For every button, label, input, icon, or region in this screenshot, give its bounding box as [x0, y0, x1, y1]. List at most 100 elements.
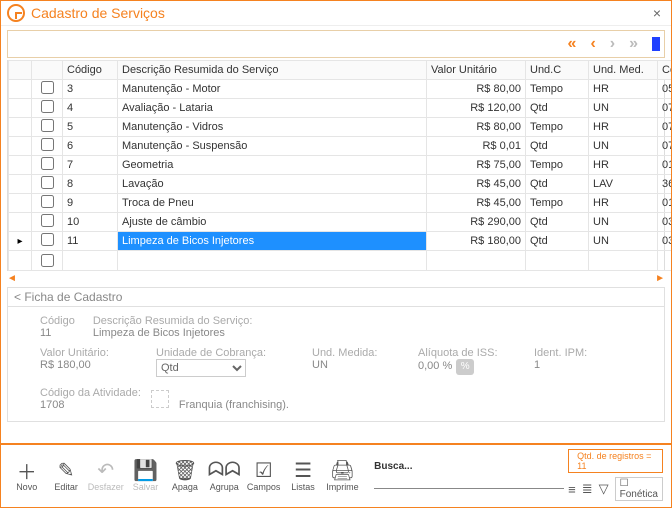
col-co[interactable]: Co	[658, 61, 672, 80]
editar-button[interactable]: ✎Editar	[48, 458, 83, 492]
cell-co[interactable]: 070	[658, 118, 672, 137]
table-row[interactable]: 9Troca de PneuR$ 45,00TempoHR010	[9, 194, 672, 213]
cell-descricao[interactable]: Manutenção - Vidros	[118, 118, 427, 137]
cell-co[interactable]: 030	[658, 213, 672, 232]
lookup-icon[interactable]	[151, 390, 169, 408]
cell-codigo[interactable]: 8	[63, 175, 118, 194]
detail-undc-select[interactable]: Qtd	[156, 359, 246, 377]
cell-descricao[interactable]: Limpeza de Bicos Injetores	[118, 232, 427, 251]
cell-valor[interactable]: R$ 45,00	[427, 194, 526, 213]
campos-button[interactable]: ☑Campos	[246, 458, 281, 492]
table-row[interactable]: 10Ajuste de câmbioR$ 290,00QtdUN030	[9, 213, 672, 232]
cell-valor[interactable]: R$ 80,00	[427, 80, 526, 99]
cell-undm[interactable]: UN	[589, 99, 658, 118]
cell-undc[interactable]: Qtd	[526, 137, 589, 156]
table-row[interactable]: ▸11Limpeza de Bicos InjetoresR$ 180,00Qt…	[9, 232, 672, 251]
cell-codigo[interactable]: 4	[63, 99, 118, 118]
fonetica-toggle[interactable]: ☐ Fonética	[615, 477, 663, 501]
cell-descricao[interactable]: Avaliação - Lataria	[118, 99, 427, 118]
services-grid[interactable]: Código Descrição Resumida do Serviço Val…	[8, 60, 672, 271]
table-row-empty[interactable]	[9, 251, 672, 271]
listas-button[interactable]: ☰Listas	[285, 458, 320, 492]
cell-undm[interactable]: UN	[589, 137, 658, 156]
filter-icon[interactable]: ▽	[599, 481, 609, 497]
cell-undc[interactable]: Qtd	[526, 175, 589, 194]
cell-co[interactable]: 010	[658, 194, 672, 213]
cell-codigo[interactable]: 6	[63, 137, 118, 156]
apaga-button[interactable]: 🗑Apaga	[167, 458, 202, 492]
cell-undc[interactable]: Qtd	[526, 232, 589, 251]
cell-undm[interactable]: HR	[589, 80, 658, 99]
salvar-button[interactable]: 💾Salvar	[128, 458, 163, 492]
col-undm[interactable]: Und. Med.	[589, 61, 658, 80]
search-input[interactable]	[374, 472, 564, 489]
cell-co[interactable]: 070	[658, 99, 672, 118]
cell-descricao[interactable]: Manutenção - Motor	[118, 80, 427, 99]
col-valor[interactable]: Valor Unitário	[427, 61, 526, 80]
row-checkbox[interactable]	[41, 254, 54, 267]
cell-codigo[interactable]: 9	[63, 194, 118, 213]
cell-co[interactable]: 071	[658, 137, 672, 156]
cell-undc[interactable]: Qtd	[526, 213, 589, 232]
cell-valor[interactable]: R$ 75,00	[427, 156, 526, 175]
cell-codigo[interactable]: 3	[63, 80, 118, 99]
cell-co[interactable]: 050	[658, 80, 672, 99]
close-icon[interactable]: ×	[649, 5, 665, 21]
row-checkbox[interactable]	[41, 100, 54, 113]
cell-undc[interactable]: Tempo	[526, 194, 589, 213]
cell-co[interactable]: 360	[658, 175, 672, 194]
horizontal-scrollbar[interactable]: ◄ ►	[7, 271, 665, 285]
col-codigo[interactable]: Código	[63, 61, 118, 80]
detail-section-header[interactable]: < Ficha de Cadastro	[7, 287, 665, 306]
align-right-icon[interactable]: ≣	[582, 481, 593, 497]
cell-undm[interactable]: HR	[589, 118, 658, 137]
cell-valor[interactable]: R$ 80,00	[427, 118, 526, 137]
cell-codigo[interactable]: 10	[63, 213, 118, 232]
row-checkbox[interactable]	[41, 119, 54, 132]
nav-prev-icon[interactable]: ‹	[586, 35, 599, 53]
align-left-icon[interactable]: ≡	[568, 482, 576, 497]
cell-undc[interactable]: Qtd	[526, 99, 589, 118]
cell-undm[interactable]: HR	[589, 194, 658, 213]
cell-undc[interactable]: Tempo	[526, 80, 589, 99]
cell-undm[interactable]: LAV	[589, 175, 658, 194]
row-checkbox[interactable]	[41, 81, 54, 94]
col-undc[interactable]: Und.C	[526, 61, 589, 80]
nav-last-icon[interactable]: »	[625, 35, 642, 53]
cell-valor[interactable]: R$ 180,00	[427, 232, 526, 251]
desfazer-button[interactable]: ↶Desfazer	[88, 458, 124, 492]
nav-next-icon[interactable]: ›	[606, 35, 619, 53]
table-row[interactable]: 7GeometriaR$ 75,00TempoHR010	[9, 156, 672, 175]
table-row[interactable]: 6Manutenção - SuspensãoR$ 0,01QtdUN071	[9, 137, 672, 156]
cell-valor[interactable]: R$ 290,00	[427, 213, 526, 232]
cell-codigo[interactable]: 5	[63, 118, 118, 137]
cell-descricao[interactable]: Troca de Pneu	[118, 194, 427, 213]
cell-descricao[interactable]: Geometria	[118, 156, 427, 175]
percent-icon[interactable]: %	[456, 359, 474, 375]
row-checkbox[interactable]	[41, 157, 54, 170]
cell-valor[interactable]: R$ 0,01	[427, 137, 526, 156]
cell-co[interactable]: 030	[658, 232, 672, 251]
imprime-button[interactable]: 🖨Imprime	[325, 458, 360, 492]
scroll-left-icon[interactable]: ◄	[7, 273, 17, 284]
cell-undm[interactable]: UN	[589, 232, 658, 251]
table-row[interactable]: 8LavaçãoR$ 45,00QtdLAV360	[9, 175, 672, 194]
col-descricao[interactable]: Descrição Resumida do Serviço	[118, 61, 427, 80]
cell-codigo[interactable]: 11	[63, 232, 118, 251]
cell-undc[interactable]: Tempo	[526, 118, 589, 137]
row-checkbox[interactable]	[41, 138, 54, 151]
cell-descricao[interactable]: Manutenção - Suspensão	[118, 137, 427, 156]
table-row[interactable]: 4Avaliação - LatariaR$ 120,00QtdUN070	[9, 99, 672, 118]
row-checkbox[interactable]	[41, 233, 54, 246]
cell-undc[interactable]: Tempo	[526, 156, 589, 175]
cell-valor[interactable]: R$ 45,00	[427, 175, 526, 194]
scroll-right-icon[interactable]: ►	[655, 273, 665, 284]
nav-first-icon[interactable]: «	[564, 35, 581, 53]
cell-undm[interactable]: UN	[589, 213, 658, 232]
cell-co[interactable]: 010	[658, 156, 672, 175]
agrupa-button[interactable]: ᗣᗣAgrupa	[207, 458, 242, 492]
cell-descricao[interactable]: Ajuste de câmbio	[118, 213, 427, 232]
row-checkbox[interactable]	[41, 214, 54, 227]
table-row[interactable]: 5Manutenção - VidrosR$ 80,00TempoHR070	[9, 118, 672, 137]
cell-codigo[interactable]: 7	[63, 156, 118, 175]
